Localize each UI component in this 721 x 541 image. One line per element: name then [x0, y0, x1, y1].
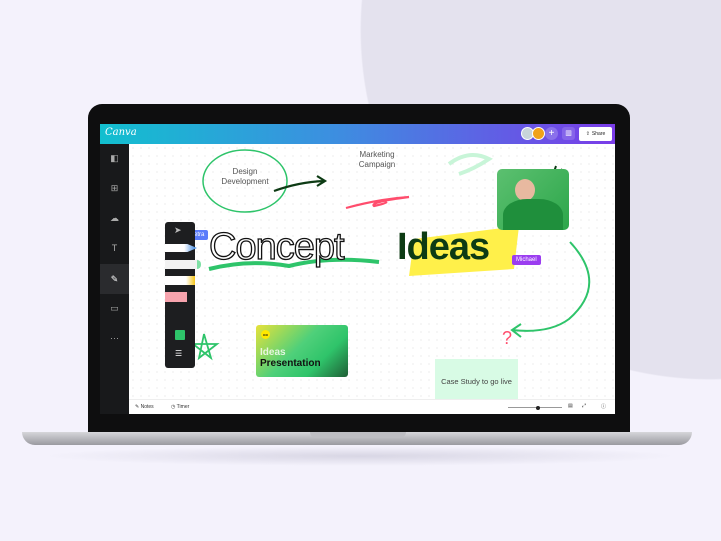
- headline-ideas[interactable]: Ideas: [397, 226, 490, 269]
- insights-icon[interactable]: ▥: [562, 127, 575, 140]
- photo-face: [515, 179, 535, 201]
- marketing-campaign-text[interactable]: Marketing Campaign: [344, 150, 410, 170]
- zoom-slider[interactable]: [508, 405, 562, 410]
- photo-shirt: [503, 199, 563, 230]
- projects-icon[interactable]: ▭: [100, 296, 129, 320]
- footer-bar: ✎ Notes ◷ Timer ▤ ⤢ ⓘ: [129, 399, 615, 414]
- pen-tool[interactable]: [165, 244, 197, 252]
- share-label: Share: [591, 131, 606, 137]
- more-icon[interactable]: ···: [100, 326, 129, 350]
- timer-label: Timer: [176, 404, 190, 410]
- text-icon[interactable]: T: [100, 236, 129, 260]
- drawing-toolbar: ➤ ☰: [165, 222, 201, 368]
- laptop-shadow: [40, 446, 680, 466]
- notes-label: Notes: [140, 404, 154, 410]
- photo-woman[interactable]: [497, 169, 569, 230]
- draw-icon[interactable]: ✎: [100, 264, 129, 294]
- pink-underline: [345, 195, 410, 210]
- design-development-text[interactable]: Design Development: [214, 167, 276, 187]
- help-icon[interactable]: ⓘ: [601, 403, 606, 410]
- star-doodle: [190, 333, 220, 361]
- zoom-slider-knob[interactable]: [535, 405, 540, 410]
- card-title-line2: Presentation: [260, 358, 321, 369]
- headline-concept[interactable]: Concept: [208, 225, 345, 269]
- highlighter-tool[interactable]: [165, 276, 195, 285]
- elements-icon[interactable]: ⊞: [100, 176, 129, 200]
- question-mark: ?: [502, 328, 513, 348]
- upload-icon: ⇪: [585, 131, 590, 137]
- upload-icon[interactable]: ☁: [100, 206, 129, 230]
- select-icon[interactable]: ➤: [174, 225, 182, 236]
- layout-icon[interactable]: ◧: [100, 146, 129, 170]
- card-badge: co: [261, 330, 270, 339]
- share-button[interactable]: ⇪ Share: [579, 127, 612, 141]
- mint-scribble: [447, 153, 493, 176]
- card-title-line1: Ideas: [260, 347, 286, 358]
- avatar[interactable]: [532, 127, 545, 140]
- stroke-width-icon[interactable]: ☰: [175, 349, 182, 358]
- laptop-screen: Canva + ▥ ⇪ Share ◧ ⊞ ☁ T ✎ ▭ ··· Design …: [100, 124, 615, 414]
- color-swatch[interactable]: [175, 330, 185, 340]
- cursor-michael: Michael: [512, 255, 541, 265]
- notes-button[interactable]: ✎ Notes: [135, 404, 154, 410]
- fullscreen-icon[interactable]: ⤢: [582, 403, 586, 409]
- add-collaborator-button[interactable]: +: [545, 127, 558, 140]
- eraser-tool[interactable]: [165, 292, 187, 302]
- ideas-presentation-card[interactable]: co Ideas Presentation: [256, 325, 348, 377]
- canva-logo: Canva: [105, 127, 137, 138]
- grid-view-icon[interactable]: ▤: [568, 403, 573, 409]
- sidebar: ◧ ⊞ ☁ T ✎ ▭ ···: [100, 144, 129, 414]
- top-bar: Canva + ▥ ⇪ Share: [100, 124, 615, 144]
- marker-tool[interactable]: [165, 260, 201, 269]
- timer-button[interactable]: ◷ Timer: [171, 404, 189, 410]
- laptop-notch: [310, 432, 406, 438]
- sticky-text: Case Study to go live: [441, 377, 512, 386]
- whiteboard-canvas[interactable]: Design Development Marketing Campaign Co…: [129, 144, 615, 414]
- arrow-right: [273, 175, 328, 193]
